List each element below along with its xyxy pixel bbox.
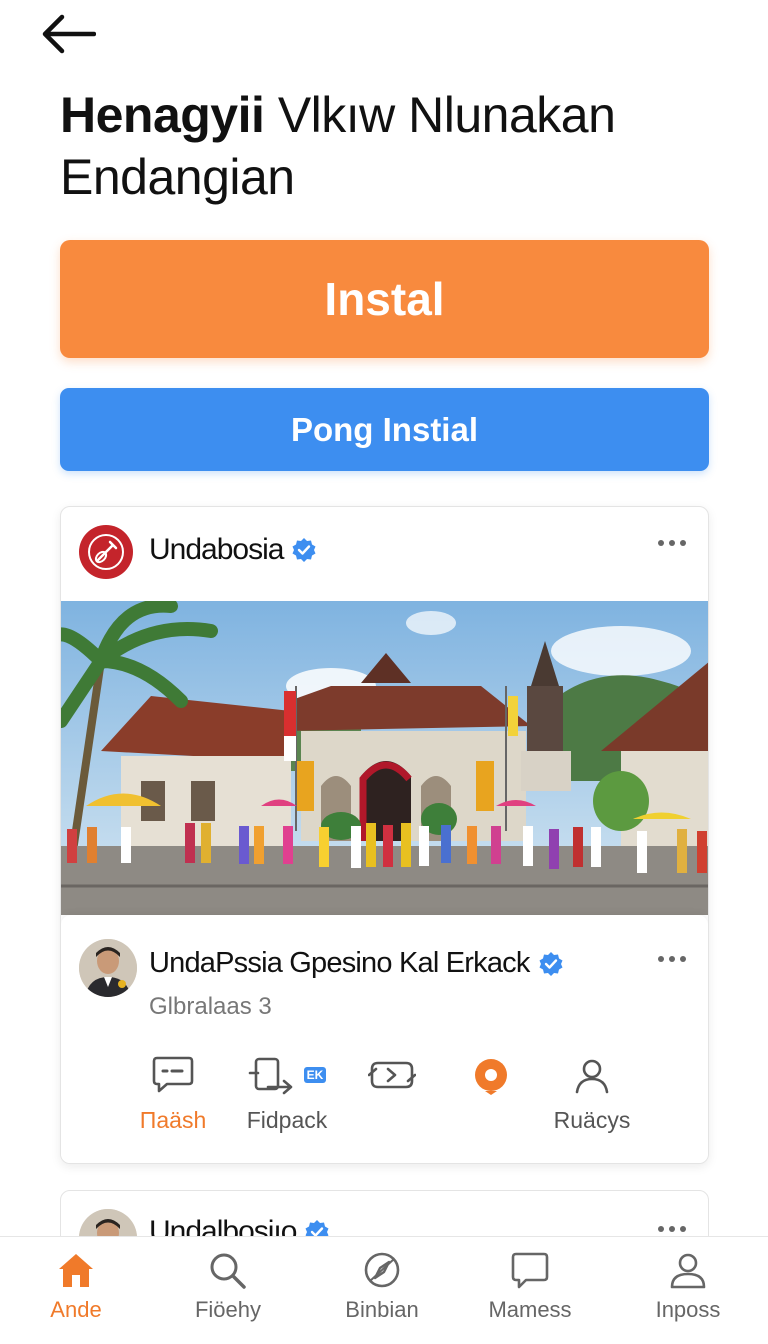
village-temple-photo: [61, 601, 708, 915]
account-logo-avatar[interactable]: [79, 525, 133, 579]
more-dots-icon[interactable]: [654, 947, 690, 971]
tab-profile[interactable]: Inposs: [628, 1251, 748, 1323]
compass-icon: [364, 1252, 400, 1288]
phone-forward-icon: [248, 1057, 292, 1095]
message-icon: [152, 1056, 194, 1093]
tab-home[interactable]: Ande: [16, 1251, 136, 1323]
post-image[interactable]: [61, 601, 708, 915]
post-header: Undabosia: [61, 507, 708, 601]
action-user-label: Ruäcys: [553, 1107, 631, 1133]
search-icon: [210, 1253, 246, 1289]
account-name[interactable]: Undabosia: [149, 533, 317, 567]
commenter-avatar[interactable]: [79, 939, 137, 997]
commenter-name-text: UndaPssia Gpesino Kal Erkack: [149, 947, 530, 979]
install-button[interactable]: Instal: [60, 240, 709, 358]
action-feedback-label: Fidpack: [246, 1107, 328, 1133]
action-swap[interactable]: [367, 1055, 417, 1095]
commenter-name[interactable]: UndaPssia Gpesino Kal Erkack: [149, 947, 564, 980]
comment-section: UndaPssia Gpesino Kal Erkack Glbralaas 3…: [61, 915, 708, 1163]
action-message[interactable]: Πaäsh: [133, 1055, 213, 1134]
post-card: Undabosia UndaPssia Gpesino Kal Erkack G…: [60, 506, 709, 1164]
action-message-label: Πaäsh: [139, 1107, 207, 1133]
tab-home-label: Ande: [50, 1297, 102, 1322]
action-user[interactable]: Ruäcys: [547, 1055, 637, 1134]
home-icon: [59, 1254, 93, 1287]
action-feedback[interactable]: EK Fidpack: [237, 1055, 337, 1134]
secondary-install-button[interactable]: Pong Instial: [60, 388, 709, 471]
record-icon: [475, 1059, 507, 1095]
tab-messages[interactable]: Mamess: [470, 1251, 590, 1323]
verified-badge-icon: [292, 538, 316, 562]
tab-explore[interactable]: Binbian: [322, 1251, 442, 1323]
account-name-text: Undabosia: [149, 533, 284, 566]
action-record[interactable]: [469, 1055, 513, 1095]
small-badge: EK: [303, 1067, 327, 1083]
commenter-subtitle: Glbralaas 3: [149, 993, 272, 1020]
post-actions: Πaäsh EK Fidpack Ruäcys: [61, 1055, 708, 1155]
user-icon: [575, 1059, 609, 1094]
page-title: Henagyii Vlkıw Nlunakan Endangian: [60, 84, 720, 208]
arrow-left-icon: [42, 14, 96, 54]
verified-badge-icon: [539, 951, 563, 976]
bottom-tab-bar: Ande Fiöehy Binbian Mamess Inposs: [0, 1236, 768, 1344]
chat-icon: [511, 1252, 549, 1289]
tab-messages-label: Mamess: [488, 1297, 572, 1322]
page-title-bold: Henagyii: [60, 87, 265, 143]
swap-icon: [368, 1061, 416, 1089]
guitar-logo-icon: [88, 534, 124, 570]
tab-profile-label: Inposs: [655, 1297, 721, 1322]
back-button[interactable]: [36, 8, 100, 60]
more-dots-icon[interactable]: [654, 531, 690, 555]
person-avatar-image: [79, 939, 137, 997]
tab-search-label: Fiöehy: [194, 1297, 262, 1322]
tab-search[interactable]: Fiöehy: [168, 1251, 288, 1323]
profile-icon: [670, 1253, 706, 1289]
tab-explore-label: Binbian: [345, 1297, 419, 1322]
